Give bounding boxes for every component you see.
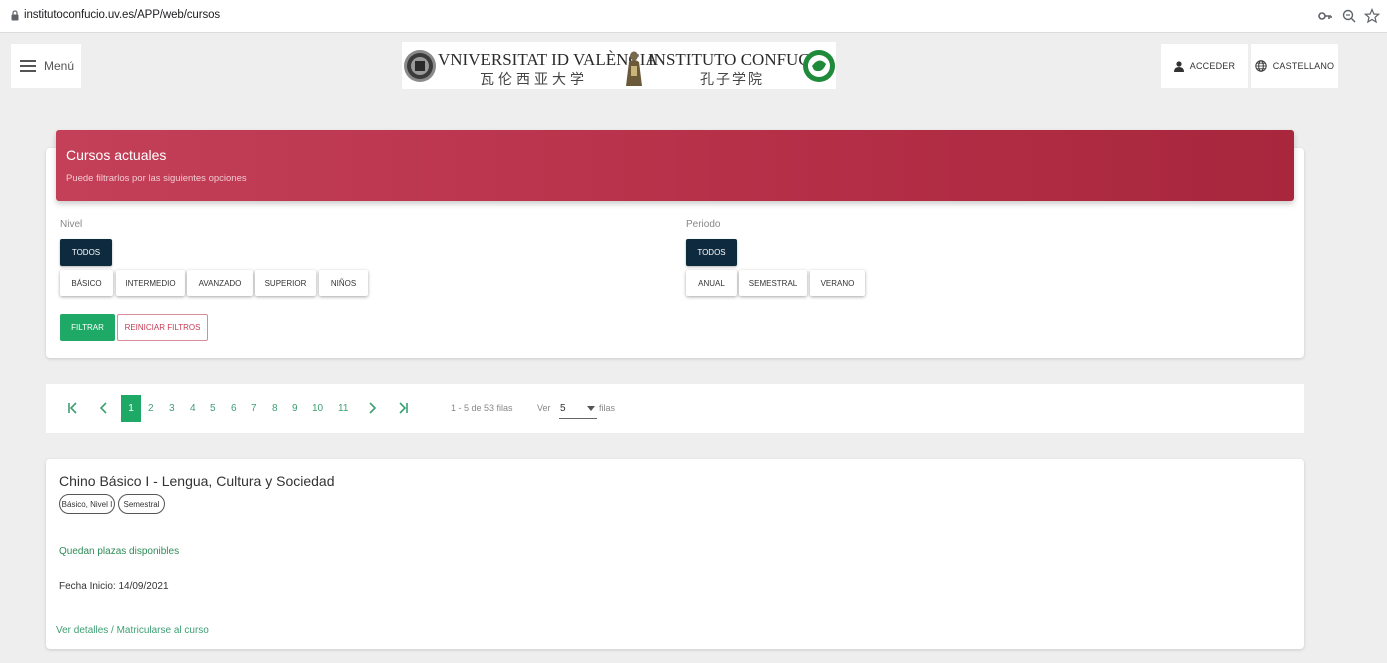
rows-per-page-select[interactable]: 5 xyxy=(559,399,597,419)
confucius-institute-emblem-icon xyxy=(803,50,835,82)
periodo-label: Periodo xyxy=(686,219,721,230)
course-title: Chino Básico I - Lengua, Cultura y Socie… xyxy=(59,473,335,489)
page-link[interactable]: 9 xyxy=(292,403,298,414)
first-page-icon[interactable] xyxy=(67,402,79,414)
course-details-link[interactable]: Ver detalles / Matricularse al curso xyxy=(56,625,209,636)
periodo-anual-chip[interactable]: ANUAL xyxy=(686,270,737,296)
filter-button[interactable]: FILTRAR xyxy=(60,314,115,341)
prev-page-icon[interactable] xyxy=(98,402,110,414)
nivel-basico-chip[interactable]: BÁSICO xyxy=(60,270,113,296)
language-button[interactable]: CASTELLANO xyxy=(1251,44,1338,88)
rows-info: 1 - 5 de 53 filas xyxy=(451,403,513,413)
user-icon xyxy=(1173,60,1184,72)
page-link[interactable]: 8 xyxy=(272,403,278,414)
page-link[interactable]: 4 xyxy=(190,403,196,414)
page-subtitle: Puede filtrarlos por las siguientes opci… xyxy=(66,173,247,184)
nivel-ninos-chip[interactable]: NIÑOS xyxy=(319,270,368,296)
reset-filters-button[interactable]: REINICIAR FILTROS xyxy=(117,314,208,341)
globe-icon xyxy=(1255,60,1267,72)
course-period-tag: Semestral xyxy=(118,494,165,514)
nivel-intermedio-chip[interactable]: INTERMEDIO xyxy=(116,270,185,296)
nivel-superior-chip[interactable]: SUPERIOR xyxy=(255,270,316,296)
login-label: ACCEDER xyxy=(1189,61,1236,71)
key-icon[interactable] xyxy=(1317,8,1333,24)
rows-per-page-label: Ver xyxy=(537,403,551,413)
browser-address-bar: institutoconfucio.uv.es/APP/web/cursos xyxy=(0,0,1387,33)
ic-name: INSTITUTO CONFUCIO xyxy=(648,50,828,69)
page-link[interactable]: 2 xyxy=(148,403,154,414)
nivel-label: Nivel xyxy=(60,219,83,230)
periodo-todos-chip[interactable]: TODOS xyxy=(686,239,737,266)
lock-icon xyxy=(11,10,19,21)
uv-chinese-name: 瓦伦西亚大学 xyxy=(480,72,588,88)
menu-button[interactable]: Menú xyxy=(11,44,81,88)
page-link[interactable]: 3 xyxy=(169,403,175,414)
periodo-verano-chip[interactable]: VERANO xyxy=(810,270,865,296)
next-page-icon[interactable] xyxy=(366,402,378,414)
page-current[interactable]: 1 xyxy=(121,395,141,422)
page-link[interactable]: 5 xyxy=(210,403,216,414)
login-button[interactable]: ACCEDER xyxy=(1161,44,1248,88)
page-title: Cursos actuales xyxy=(66,147,167,163)
hamburger-icon xyxy=(20,60,36,72)
filter-card-header: Cursos actuales Puede filtrarlos por las… xyxy=(56,130,1294,201)
uv-seal-icon xyxy=(404,50,436,82)
start-date: Fecha Inicio: 14/09/2021 xyxy=(59,581,169,592)
zoom-icon[interactable] xyxy=(1341,8,1357,24)
availability-text: Quedan plazas disponibles xyxy=(59,546,180,557)
star-icon[interactable] xyxy=(1364,8,1380,24)
periodo-semestral-chip[interactable]: SEMESTRAL xyxy=(739,270,807,296)
page-link[interactable]: 6 xyxy=(231,403,237,414)
page-link[interactable]: 11 xyxy=(338,403,348,414)
rows-per-page-value: 5 xyxy=(560,403,566,414)
rows-label: filas xyxy=(599,403,616,413)
ic-chinese-name: 孔子学院 xyxy=(700,72,764,88)
institution-logo[interactable]: VNIVERSITAT ID VALÈNCIA 瓦伦西亚大学 INSTITUTO… xyxy=(402,42,836,89)
url-text[interactable]: institutoconfucio.uv.es/APP/web/cursos xyxy=(24,9,220,21)
last-page-icon[interactable] xyxy=(397,402,409,414)
nivel-todos-chip[interactable]: TODOS xyxy=(60,239,112,266)
uv-name: VNIVERSITAT ID VALÈNCIA xyxy=(438,50,658,69)
menu-label: Menú xyxy=(44,59,75,73)
language-label: CASTELLANO xyxy=(1272,61,1335,71)
dropdown-arrow-icon xyxy=(587,406,595,411)
course-level-tag: Básico, Nivel I xyxy=(59,494,115,514)
page-link[interactable]: 7 xyxy=(251,403,257,414)
page-link[interactable]: 10 xyxy=(312,403,323,414)
nivel-avanzado-chip[interactable]: AVANZADO xyxy=(187,270,253,296)
